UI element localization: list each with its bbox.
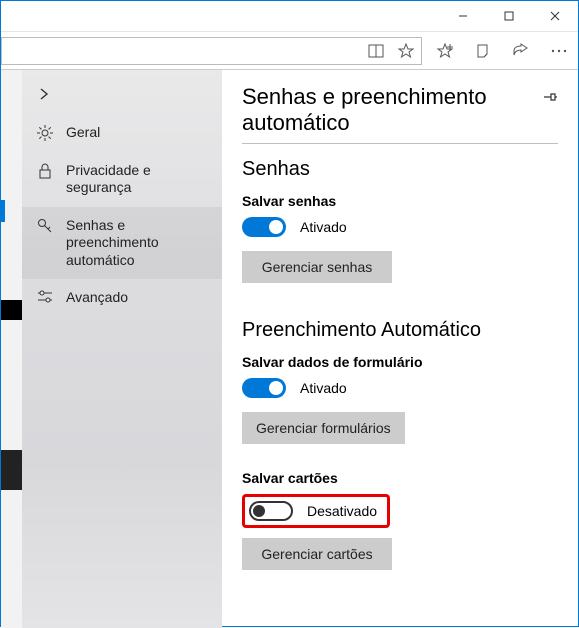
sliders-icon (36, 289, 54, 304)
manage-forms-button[interactable]: Gerenciar formulários (242, 412, 405, 444)
gear-icon (36, 124, 54, 141)
sidebar-item-label: Geral (66, 124, 100, 142)
save-cards-label: Salvar cartões (242, 470, 558, 486)
sidebar-back-button[interactable] (22, 80, 222, 114)
browser-toolbar (1, 32, 578, 70)
manage-passwords-button[interactable]: Gerenciar senhas (242, 251, 392, 283)
settings-sidebar: Geral Privacidade e segurança Senhas e p… (22, 70, 222, 628)
close-icon (550, 11, 560, 21)
minimize-icon (458, 11, 468, 21)
reading-view-icon[interactable] (361, 37, 391, 65)
window-minimize-button[interactable] (440, 1, 486, 32)
manage-cards-button[interactable]: Gerenciar cartões (242, 538, 392, 570)
favorite-star-icon[interactable] (391, 37, 421, 65)
save-passwords-state: Ativado (300, 219, 347, 235)
chevron-right-icon (38, 88, 50, 100)
save-cards-toggle[interactable] (249, 501, 293, 521)
save-passwords-label: Salvar senhas (242, 193, 558, 209)
save-form-data-toggle[interactable] (242, 378, 286, 398)
add-favorite-icon[interactable] (426, 32, 464, 70)
sidebar-item-general[interactable]: Geral (22, 114, 222, 152)
key-icon (36, 217, 54, 234)
section-heading-passwords: Senhas (242, 158, 558, 181)
pin-button[interactable] (542, 84, 558, 104)
notes-icon[interactable] (464, 32, 502, 70)
sidebar-item-passwords-autofill[interactable]: Senhas e preenchimento automático (22, 207, 222, 280)
window-titlebar (1, 1, 578, 32)
window-close-button[interactable] (532, 1, 578, 32)
sidebar-item-label: Avançado (66, 289, 128, 307)
page-background-sliver (1, 70, 22, 628)
settings-content: Senhas e preenchimento automático Senhas… (222, 70, 578, 628)
section-heading-autofill: Preenchimento Automático (242, 319, 558, 342)
sidebar-item-label: Privacidade e segurança (66, 162, 208, 197)
sidebar-item-label: Senhas e preenchimento automático (66, 217, 208, 270)
share-icon[interactable] (502, 32, 540, 70)
save-form-data-state: Ativado (300, 380, 347, 396)
sidebar-item-advanced[interactable]: Avançado (22, 279, 222, 317)
window-maximize-button[interactable] (486, 1, 532, 32)
pin-icon (542, 90, 558, 104)
save-cards-state: Desativado (307, 503, 377, 519)
save-form-data-label: Salvar dados de formulário (242, 354, 558, 370)
lock-icon (36, 162, 54, 179)
maximize-icon (504, 11, 514, 21)
more-icon[interactable] (540, 32, 578, 70)
save-cards-highlight: Desativado (242, 494, 390, 528)
page-title: Senhas e preenchimento automático (242, 84, 542, 143)
address-bar[interactable] (1, 37, 422, 65)
sidebar-item-privacy[interactable]: Privacidade e segurança (22, 152, 222, 207)
save-passwords-toggle[interactable] (242, 217, 286, 237)
